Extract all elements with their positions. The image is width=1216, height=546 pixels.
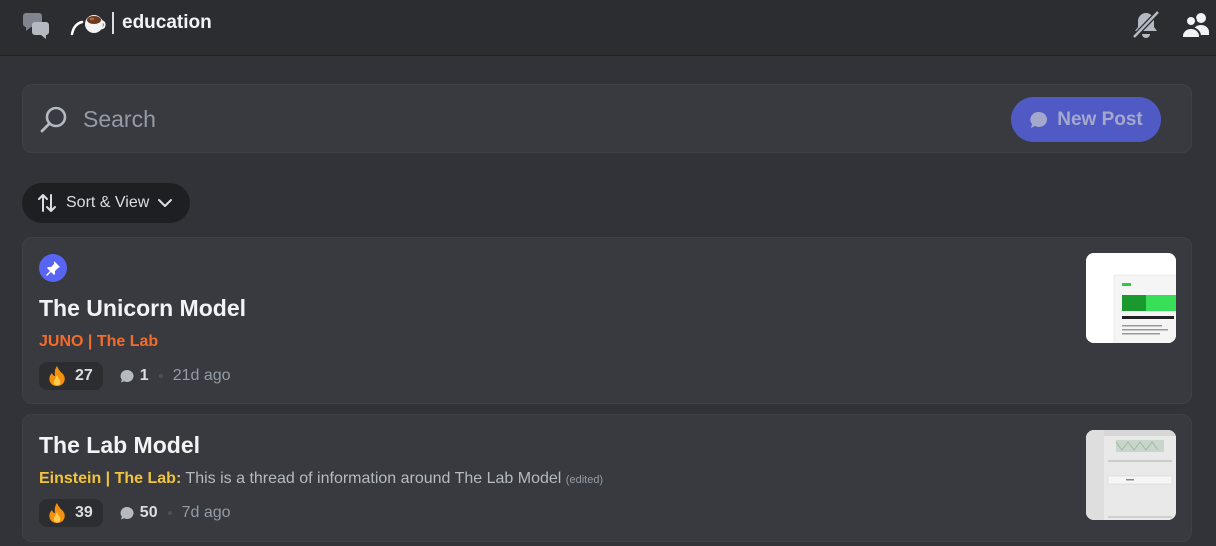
notifications-muted-icon[interactable] <box>1130 10 1162 40</box>
coffee-emoji-icon <box>70 10 110 38</box>
sort-view-button[interactable]: Sort & View <box>22 183 190 223</box>
sort-arrows-icon <box>38 194 56 212</box>
sort-view-label: Sort & View <box>66 194 150 211</box>
meta-separator <box>167 511 172 515</box>
post-timestamp: 7d ago <box>181 504 231 521</box>
post-author[interactable]: JUNO | The Lab <box>39 333 158 350</box>
post-author-line: Einstein | The Lab: This is a thread of … <box>39 470 603 488</box>
reply-count-group: 1 <box>119 367 149 385</box>
reply-count: 1 <box>139 367 149 384</box>
fire-icon <box>49 503 65 523</box>
post-meta: 39 50 7d ago <box>39 499 231 527</box>
search-bar: New Post <box>22 84 1192 153</box>
author-colon: : <box>175 470 182 487</box>
search-icon <box>39 105 69 135</box>
pin-icon <box>39 254 67 282</box>
chevron-down-icon <box>158 199 173 207</box>
reaction-count: 39 <box>75 504 93 521</box>
edited-label: (edited) <box>565 474 604 486</box>
post-author-line: JUNO | The Lab <box>39 333 158 351</box>
meta-separator <box>158 374 163 378</box>
forum-post-card[interactable]: The Unicorn Model JUNO | The Lab 27 1 21… <box>22 237 1192 404</box>
chat-bubble-icon <box>120 369 134 383</box>
post-meta: 27 1 21d ago <box>39 362 231 390</box>
reaction-button[interactable]: 27 <box>39 362 103 390</box>
fire-icon <box>49 366 65 386</box>
post-author[interactable]: Einstein | The Lab <box>39 470 176 487</box>
post-thumbnail[interactable] <box>1086 253 1176 343</box>
chat-bubble-icon <box>120 506 134 520</box>
reaction-count: 27 <box>75 367 93 384</box>
chat-bubble-icon <box>1030 111 1048 128</box>
post-timestamp: 21d ago <box>172 367 231 384</box>
forum-post-card[interactable]: The Lab Model Einstein | The Lab: This i… <box>22 414 1192 542</box>
reply-count-group: 50 <box>119 504 158 522</box>
post-title: The Lab Model <box>39 432 200 458</box>
forum-icon <box>22 10 52 40</box>
search-input[interactable] <box>83 101 983 137</box>
members-icon[interactable] <box>1180 10 1212 40</box>
post-thumbnail[interactable] <box>1086 430 1176 520</box>
post-title: The Unicorn Model <box>39 295 246 321</box>
reaction-button[interactable]: 39 <box>39 499 103 527</box>
channel-name: education <box>122 12 212 33</box>
channel-header: education <box>0 0 1216 56</box>
new-post-button[interactable]: New Post <box>1011 97 1161 142</box>
header-divider <box>112 12 114 34</box>
reply-count: 50 <box>139 504 158 521</box>
new-post-label: New Post <box>1057 108 1143 130</box>
post-preview: This is a thread of information around T… <box>185 470 562 487</box>
